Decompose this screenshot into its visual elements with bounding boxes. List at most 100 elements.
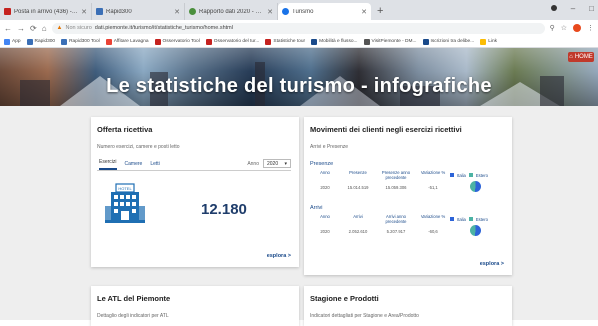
extension-icon[interactable] [573,24,581,32]
minimize-icon[interactable]: – [571,4,575,13]
cell: 15.059.306 [385,185,407,190]
col-header: Presenze [349,170,367,175]
tab-title: Rapid300 [106,8,132,15]
bookmark-label: VisitPiemonte - DM... [371,39,417,44]
tab-title: Posta in arrivo (436) - fivefriend... [14,8,78,15]
bookmark-favicon-icon [311,38,318,45]
bookmark-label: Osservatorio Tool [162,39,200,44]
presenze-heading: Presenze [310,161,334,167]
bookmark-favicon-icon [480,38,487,45]
atl-card: Le ATL del Piemonte Dettaglio degli indi… [91,286,299,326]
cell: 5.207.917 [386,229,406,234]
browser-tab-gmail[interactable]: Posta in arrivo (436) - fivefriend... ✕ [0,3,92,20]
esplora-link[interactable]: esplora > [267,253,291,259]
legend-italia: Italia [457,216,466,222]
esplora-link[interactable]: esplora > [480,261,504,267]
menu-dots-icon[interactable]: ⋮ [587,24,594,32]
url-text: dati.piemonte.it/turismo/it/statistiche_… [94,25,233,31]
home-icon: ⌂ [569,54,573,60]
card-title: Movimenti dei clienti negli esercizi ric… [310,125,462,134]
bookmark-label: Statistiche tour [273,39,306,44]
tab-esercizi[interactable]: Esercizi [99,159,117,170]
profile-icon[interactable] [550,5,557,11]
page-title: Le statistiche del turismo - infografich… [106,75,492,97]
year-selector: Anno 2020 ▾ [247,159,291,168]
presenze-pie-chart [469,181,481,192]
tab-letti[interactable]: Letti [150,161,159,170]
close-tab-icon[interactable]: ✕ [174,8,180,16]
browser-tab-rapid300[interactable]: Rapid300 ✕ [92,3,185,20]
bookmark-favicon-icon [154,38,161,45]
col-header: Variazione % [420,214,446,219]
close-tab-icon[interactable]: ✕ [267,8,273,16]
bookmark-label: Mobilità e flusso... [319,39,358,44]
browser-tab-rapporto[interactable]: Rapporto dati 2020 - VisitPiemonte ✕ [185,3,278,20]
bookmark-item[interactable]: Rapid300 Tool [61,38,100,45]
offerta-value: 12.180 [201,201,247,218]
legend-italia: Italia [457,172,466,178]
turismo-favicon-icon [282,8,289,15]
browser-tab-turismo[interactable]: Turismo ✕ [278,3,371,20]
col-header: Anno [320,214,330,219]
cell: -60,6 [428,229,438,234]
bookmark-item[interactable]: App [4,38,21,45]
bookmark-label: Link [488,39,498,44]
bookmark-item[interactable]: Affitare Lavagna [105,38,149,45]
bookmark-item[interactable]: VisitPiemonte - DM... [363,38,417,45]
card-subtitle: Indicatori dettagliati per Stagione e Ar… [310,313,419,319]
arrivi-value-row: 2020 2.052.610 5.207.917 -60,6 [310,225,512,236]
gmail-favicon-icon [4,8,11,15]
cell: -51,1 [428,185,438,190]
cell: 15.014.519 [347,185,369,190]
col-header: Presenze anno precedente [381,170,411,180]
col-header: Arrivi anno precedente [385,214,407,224]
bookmark-label: Iscrizioni tra delibe... [430,39,475,44]
browser-tab-bar: Posta in arrivo (436) - fivefriend... ✕ … [0,0,598,20]
home-icon[interactable]: ⌂ [42,24,47,33]
bookmark-favicon-icon [4,38,10,45]
card-title: Le ATL del Piemonte [97,294,171,303]
card-title: Stagione e Prodotti [310,294,379,303]
chevron-down-icon: ▾ [284,160,287,167]
close-tab-icon[interactable]: ✕ [81,8,87,16]
new-tab-button[interactable]: + [377,5,383,17]
bookmark-favicon-icon [61,38,68,45]
card-subtitle: Numero esercizi, camere e posti letto [97,144,180,150]
close-tab-icon[interactable]: ✕ [361,8,367,16]
maximize-icon[interactable]: □ [589,4,594,13]
bookmark-item[interactable]: Statistiche tour [265,38,306,45]
bookmark-item[interactable]: Link [480,38,498,45]
back-arrow-icon[interactable]: ← [4,24,12,33]
rapid300-favicon-icon [96,8,103,15]
bookmark-item[interactable]: Osservatorio del tur... [205,38,260,45]
reload-icon[interactable]: ⟳ [30,24,37,33]
forward-arrow-icon[interactable]: → [17,24,25,33]
year-select[interactable]: 2020 ▾ [263,159,291,168]
bookmark-item[interactable]: Osservatorio Tool [154,38,200,45]
bookmark-favicon-icon [105,38,112,45]
home-button-label: HOME [574,54,593,60]
url-input[interactable]: ▲ Non sicuro dati.piemonte.it/turismo/it… [51,22,545,34]
legend: Italia Estero [450,170,500,180]
bookmark-item[interactable]: Mobilità e flusso... [311,38,358,45]
bookmark-label: Osservatorio del tur... [213,39,260,44]
address-bar-row: ← → ⟳ ⌂ ▲ Non sicuro dati.piemonte.it/tu… [0,20,598,36]
warning-icon: ▲ [56,25,63,31]
hotel-building-icon: HOTEL [105,183,145,223]
tab-camere[interactable]: Camere [125,161,143,170]
col-header: Arrivi [353,214,363,219]
bookmark-label: Rapid300 [34,39,56,44]
card-subtitle: Arrivi e Presenze [310,144,349,150]
window-controls: – □ [550,4,594,13]
home-button[interactable]: ⌂ HOME [568,52,594,62]
card-subtitle: Dettaglio degli indicatori per ATL [97,313,169,319]
zoom-icon[interactable]: ⚲ [550,24,555,32]
bookmark-label: App [12,39,21,44]
legend-estero: Estero [475,172,488,178]
bookmark-item[interactable]: Iscrizioni tra delibe... [422,38,475,45]
star-icon[interactable]: ☆ [561,24,567,32]
bookmark-favicon-icon [26,38,33,45]
bookmark-item[interactable]: Rapid300 [26,38,56,45]
cell: 2.052.610 [348,229,368,234]
col-header: Anno [320,170,330,175]
